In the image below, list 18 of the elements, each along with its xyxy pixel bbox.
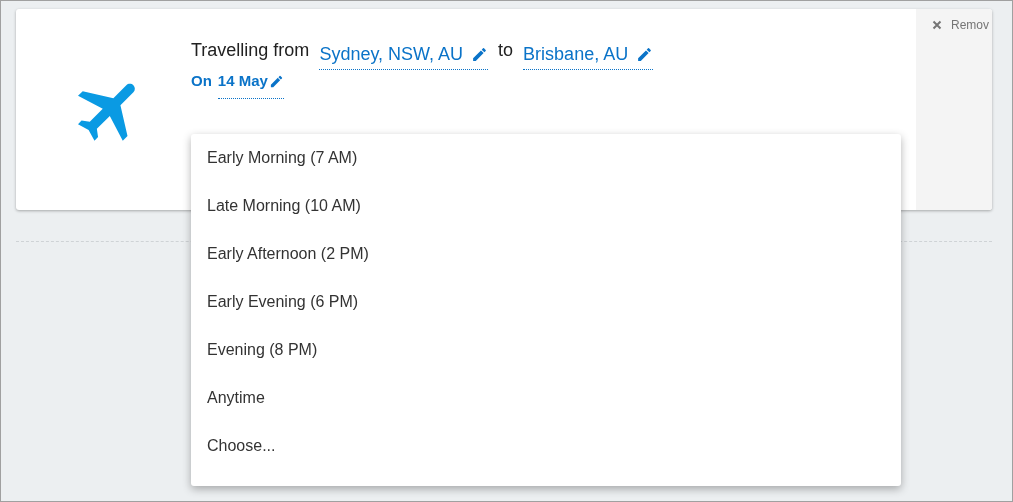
origin-link[interactable]: Sydney, NSW, AU [319, 41, 489, 70]
time-option[interactable]: Evening (8 PM) [191, 334, 901, 382]
pencil-icon [636, 45, 654, 63]
destination-link[interactable]: Brisbane, AU [523, 41, 654, 70]
to-label: to [498, 39, 514, 62]
pencil-icon [471, 45, 489, 63]
date-link[interactable]: 14 May [217, 70, 284, 99]
close-icon [932, 20, 942, 30]
time-option[interactable]: Late Morning (10 AM) [191, 190, 901, 238]
remove-button[interactable]: Remov [916, 9, 989, 32]
travelling-label: Travelling from [191, 39, 310, 62]
time-option[interactable]: Early Afternoon (2 PM) [191, 238, 901, 286]
date-prefix: On [191, 71, 212, 91]
time-option[interactable]: Early Morning (7 AM) [191, 142, 901, 190]
time-option[interactable]: Anytime [191, 382, 901, 430]
time-option[interactable]: Choose... [191, 430, 901, 478]
time-option[interactable]: Early Evening (6 PM) [191, 286, 901, 334]
pencil-icon [268, 73, 284, 89]
